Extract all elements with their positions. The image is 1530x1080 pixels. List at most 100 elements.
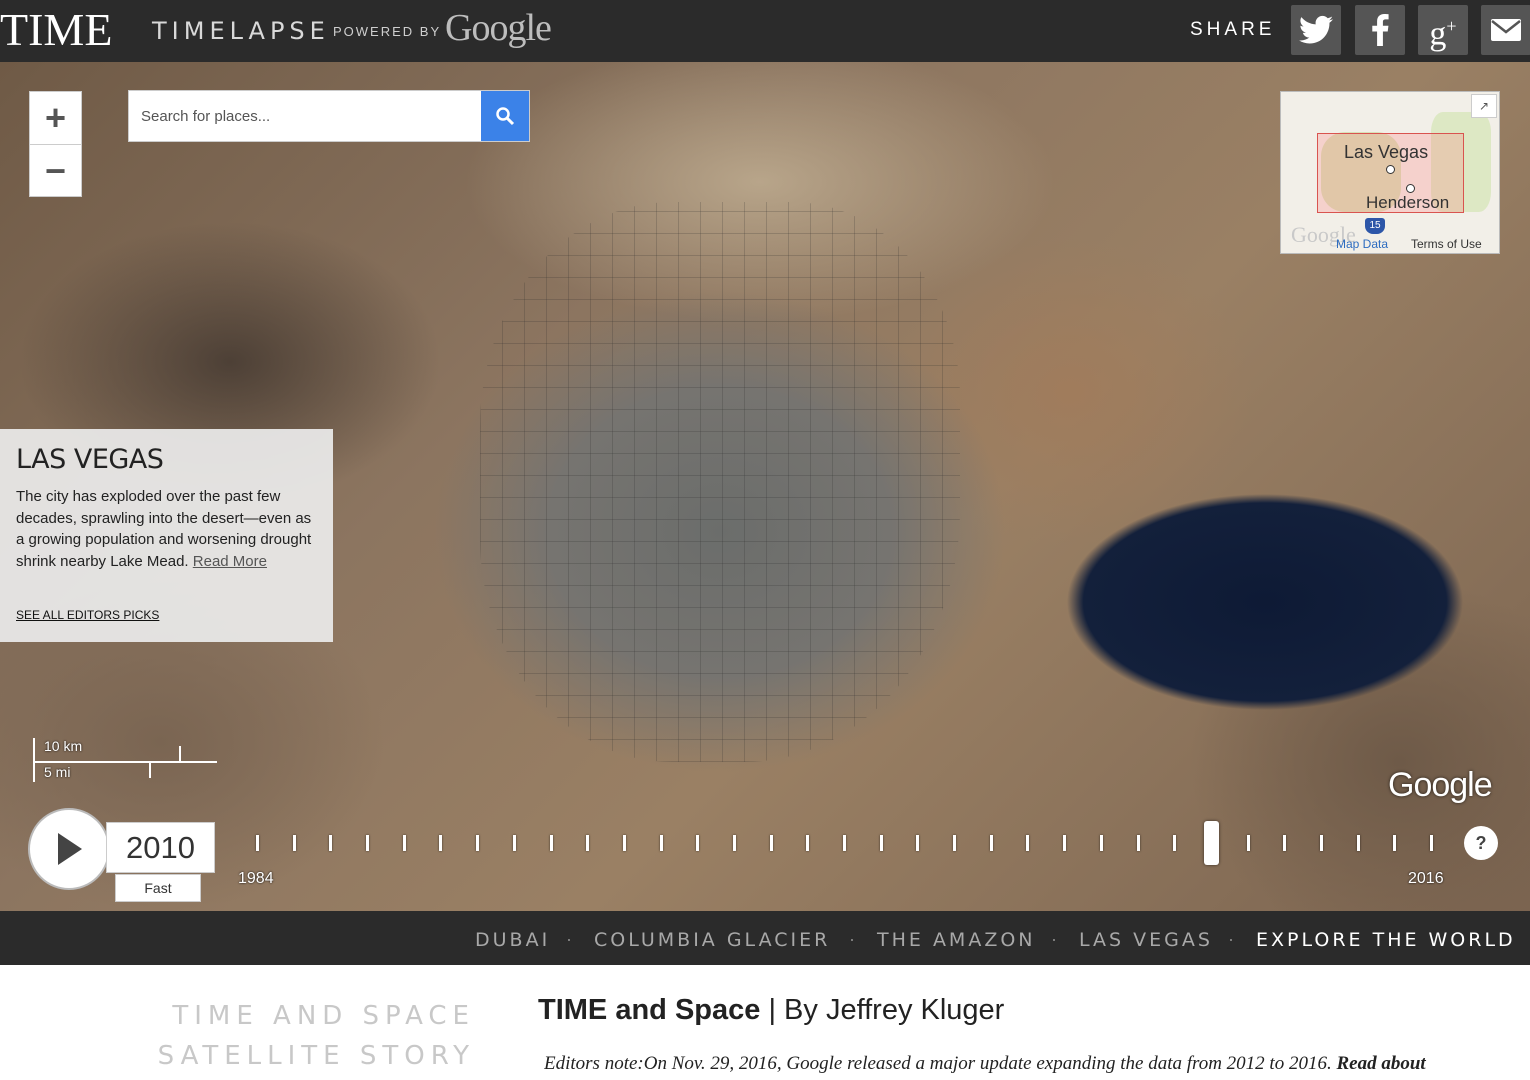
timeline-tick[interactable]: [1283, 835, 1287, 851]
city-grid-texture: [480, 202, 960, 762]
minimap-neighbor-label: Henderson: [1366, 193, 1450, 212]
article-title: TIME and Space | By Jeffrey Kluger: [538, 994, 1004, 1027]
story-panel: LAS VEGAS The city has exploded over the…: [0, 429, 333, 642]
google-watermark: Google: [1388, 766, 1493, 804]
timeline-tick[interactable]: [586, 835, 590, 851]
twitter-icon: [1299, 15, 1333, 44]
timeline-tick[interactable]: [1319, 835, 1323, 851]
timeline-tick[interactable]: [329, 835, 333, 851]
timeline-start-year: 1984: [238, 870, 274, 887]
side-title-line: TIME AND SPACE: [172, 1001, 475, 1031]
timeline-tick[interactable]: [1063, 835, 1067, 851]
see-all-editors-picks-link[interactable]: SEE ALL EDITORS PICKS: [16, 608, 159, 622]
timeline-end-year: 2016: [1408, 870, 1444, 887]
current-year-display: 2010: [106, 822, 215, 873]
timeline-tick[interactable]: [879, 835, 883, 851]
zoom-out-button[interactable]: −: [30, 144, 81, 196]
timeline-tick[interactable]: [1099, 835, 1103, 851]
timeline-tick[interactable]: [292, 835, 296, 851]
email-share-button[interactable]: [1481, 5, 1530, 55]
timeline-handle[interactable]: [1203, 821, 1219, 865]
google-logo: Google: [445, 7, 552, 49]
timeline-tick[interactable]: [256, 835, 259, 851]
timeline-tick[interactable]: [1246, 835, 1250, 851]
minimap-city-label: Las Vegas: [1344, 142, 1429, 162]
story-nav-bar: DUBAI · COLUMBIA GLACIER · THE AMAZON · …: [0, 911, 1530, 965]
facebook-icon: [1372, 14, 1389, 46]
timeline-tick[interactable]: [439, 835, 443, 851]
scale-mi-label: 5 mi: [44, 764, 71, 780]
top-bar: TIME TIMELAPSE POWERED BY Google SHARE g…: [0, 0, 1530, 62]
timeline-tick[interactable]: [953, 835, 957, 851]
read-more-link[interactable]: Read More: [193, 553, 267, 570]
timeline-tick[interactable]: [1173, 835, 1177, 851]
story-title: LAS VEGAS: [16, 444, 164, 475]
nav-separator: ·: [849, 929, 855, 949]
interstate-shield-icon: 15: [1365, 218, 1385, 234]
scale-km-label: 10 km: [44, 738, 83, 754]
timeline-tick[interactable]: [769, 835, 773, 851]
overview-minimap[interactable]: Las Vegas Henderson 15 Google Map Data T…: [1280, 91, 1500, 254]
nav-item-las-vegas[interactable]: LAS VEGAS: [1079, 929, 1213, 951]
nav-item-columbia-glacier[interactable]: COLUMBIA GLACIER: [594, 929, 830, 951]
expand-icon[interactable]: ↗: [1471, 94, 1497, 118]
editors-note-text: Editors note:On Nov. 29, 2016, Google re…: [544, 1053, 1332, 1074]
timeline-tick[interactable]: [1393, 835, 1397, 851]
nav-separator: ·: [1051, 929, 1057, 949]
terms-of-use-link[interactable]: Terms of Use: [1411, 237, 1482, 251]
timeline-tick[interactable]: [916, 835, 920, 851]
timeline-tick[interactable]: [843, 835, 846, 851]
map-data-link[interactable]: Map Data: [1336, 237, 1388, 251]
facebook-share-button[interactable]: [1355, 5, 1405, 55]
nav-item-dubai[interactable]: DUBAI: [475, 929, 550, 951]
satellite-map[interactable]: + − Las Vegas Henderson 15 Google Map Da…: [0, 62, 1530, 911]
nav-item-explore-the-world[interactable]: EXPLORE THE WORLD: [1256, 929, 1516, 951]
timeline-tick[interactable]: [622, 835, 626, 851]
timeline-tick[interactable]: [476, 835, 480, 851]
timeline-tick[interactable]: [806, 835, 810, 851]
read-about-link[interactable]: Read about: [1332, 1053, 1425, 1074]
search-button[interactable]: [481, 91, 529, 141]
timeline-tick[interactable]: [402, 835, 406, 851]
help-button[interactable]: ?: [1464, 826, 1498, 860]
product-title: TIMELAPSE: [152, 17, 330, 45]
play-icon: [58, 833, 82, 865]
timeline-tick[interactable]: [549, 835, 553, 851]
zoom-controls: + −: [29, 91, 82, 197]
section-side-title: TIME AND SPACE SATELLITE STORY: [150, 996, 475, 1076]
timeline-tick[interactable]: [1430, 835, 1433, 851]
article-title-bold: TIME and Space: [538, 994, 761, 1026]
article-byline: | By Jeffrey Kluger: [760, 994, 1005, 1026]
timeline-tick[interactable]: [512, 835, 516, 851]
timeline-tick[interactable]: [1356, 835, 1360, 851]
story-text: The city has exploded over the past few …: [16, 486, 321, 572]
search-input[interactable]: [129, 91, 482, 141]
time-logo[interactable]: TIME: [0, 2, 112, 58]
side-title-line: SATELLITE STORY: [157, 1041, 475, 1071]
search-icon: [496, 107, 515, 126]
google-plus-share-button[interactable]: g+: [1418, 5, 1468, 55]
timeline-tick[interactable]: [659, 835, 663, 851]
timeline-tick[interactable]: [989, 835, 993, 851]
speed-toggle[interactable]: Fast: [115, 874, 201, 902]
search-box: [128, 90, 530, 142]
powered-by-label: POWERED BY: [333, 24, 442, 39]
nav-separator: ·: [1228, 929, 1234, 949]
timeline-tick[interactable]: [1026, 835, 1030, 851]
scale-bar: 10 km 5 mi: [32, 738, 217, 784]
play-button[interactable]: [28, 808, 110, 890]
timeline-tick[interactable]: [1136, 835, 1140, 851]
twitter-share-button[interactable]: [1291, 5, 1341, 55]
timeline-tick[interactable]: [732, 835, 736, 851]
timeline-tick[interactable]: [366, 835, 370, 851]
editors-note: Editors note:On Nov. 29, 2016, Google re…: [544, 1053, 1530, 1075]
mail-icon: [1491, 19, 1521, 41]
nav-separator: ·: [566, 929, 572, 949]
google-plus-icon: g+: [1429, 15, 1457, 53]
timeline-tick[interactable]: [696, 835, 700, 851]
share-label: SHARE: [1190, 19, 1276, 40]
zoom-in-button[interactable]: +: [30, 92, 81, 144]
nav-item-the-amazon[interactable]: THE AMAZON: [877, 929, 1036, 951]
minimap-city-marker: [1406, 184, 1415, 193]
minimap-city-marker: [1386, 165, 1395, 174]
